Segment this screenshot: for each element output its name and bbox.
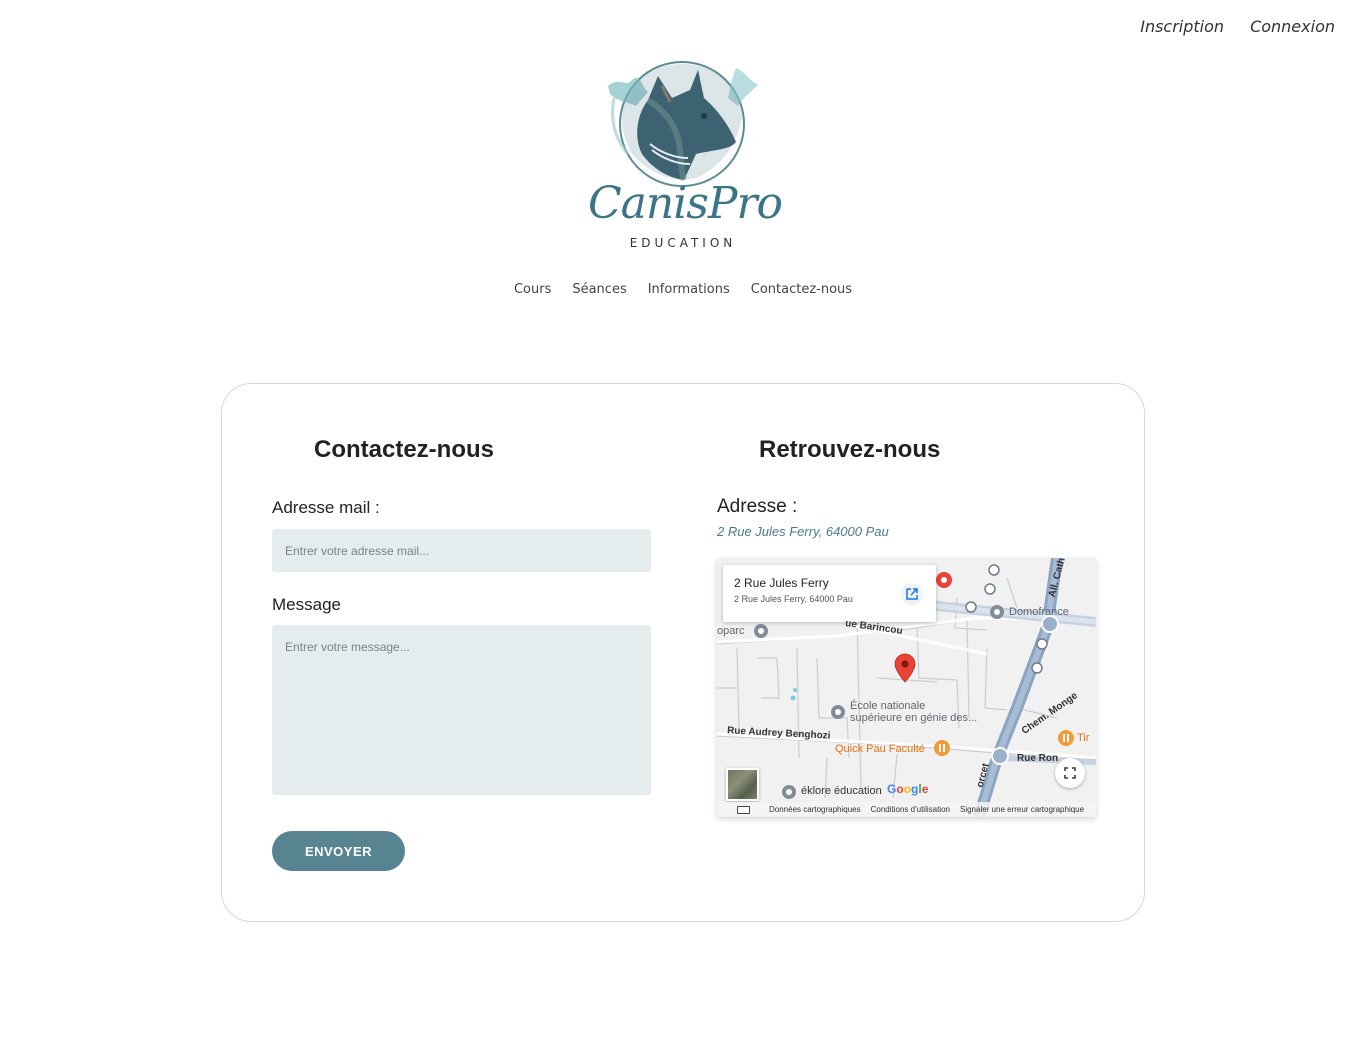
email-label: Adresse mail : bbox=[272, 498, 380, 517]
message-field[interactable] bbox=[272, 625, 651, 795]
google-logo: Google bbox=[887, 782, 929, 796]
satellite-toggle-button[interactable] bbox=[726, 768, 759, 801]
map-terms-link[interactable]: Conditions d'utilisation bbox=[871, 805, 950, 814]
map-report-link[interactable]: Signaler une erreur cartographique bbox=[960, 805, 1084, 814]
map-label-domofrance: Domofrance bbox=[1009, 606, 1069, 618]
nav-item-seances[interactable]: Séances bbox=[572, 282, 626, 297]
map-label-oparc: oparc bbox=[717, 625, 745, 637]
location-title: Retrouvez-nous bbox=[759, 436, 941, 463]
logo-subtitle: EDUCATION bbox=[629, 236, 737, 250]
address-value: 2 Rue Jules Ferry, 64000 Pau bbox=[717, 524, 889, 539]
contact-title: Contactez-nous bbox=[314, 436, 494, 463]
contact-card: Contactez-nous Retrouvez-nous Adresse ma… bbox=[221, 383, 1145, 922]
fullscreen-icon bbox=[1064, 767, 1076, 779]
map-info-title: 2 Rue Jules Ferry bbox=[734, 576, 829, 590]
main-nav: Cours Séances Informations Contactez-nou… bbox=[0, 282, 1366, 297]
email-field[interactable] bbox=[272, 529, 651, 572]
map-footer: Données cartographiques Conditions d'uti… bbox=[717, 802, 1096, 817]
nav-item-contact[interactable]: Contactez-nous bbox=[751, 282, 852, 297]
map-label-quick: Quick Pau Faculté bbox=[835, 743, 925, 755]
dog-emblem-icon bbox=[608, 61, 758, 187]
map-label-rue-ron: Rue Ron bbox=[1017, 753, 1059, 764]
map-info-box: 2 Rue Jules Ferry 2 Rue Jules Ferry, 640… bbox=[723, 565, 936, 622]
keyboard-shortcuts-icon[interactable] bbox=[737, 806, 750, 814]
map-label-ecole-line1: École nationale bbox=[850, 700, 926, 712]
map-data-link[interactable]: Données cartographiques bbox=[769, 805, 861, 814]
logo-wordmark: CanisPro bbox=[588, 178, 783, 229]
map-label-ecole-line2: supérieure en génie des... bbox=[850, 712, 978, 724]
send-button[interactable]: ENVOYER bbox=[272, 831, 405, 871]
address-label: Adresse : bbox=[717, 496, 798, 517]
nav-item-informations[interactable]: Informations bbox=[648, 282, 730, 297]
signup-link[interactable]: Inscription bbox=[1140, 17, 1224, 36]
map-embed[interactable]: 2 Rue Jules Ferry 2 Rue Jules Ferry, 640… bbox=[717, 558, 1096, 817]
fullscreen-button[interactable] bbox=[1055, 758, 1085, 788]
open-in-maps-icon[interactable] bbox=[901, 583, 923, 605]
map-label-tir: Tir bbox=[1077, 732, 1090, 744]
logo[interactable]: CanisPro EDUCATION bbox=[588, 58, 783, 254]
message-label: Message bbox=[272, 595, 341, 614]
map-label-eklore: éklore éducation bbox=[801, 785, 882, 797]
nav-item-cours[interactable]: Cours bbox=[514, 282, 551, 297]
login-link[interactable]: Connexion bbox=[1250, 17, 1335, 36]
map-info-address: 2 Rue Jules Ferry, 64000 Pau bbox=[734, 594, 853, 604]
auth-nav: Inscription Connexion bbox=[1140, 17, 1335, 36]
